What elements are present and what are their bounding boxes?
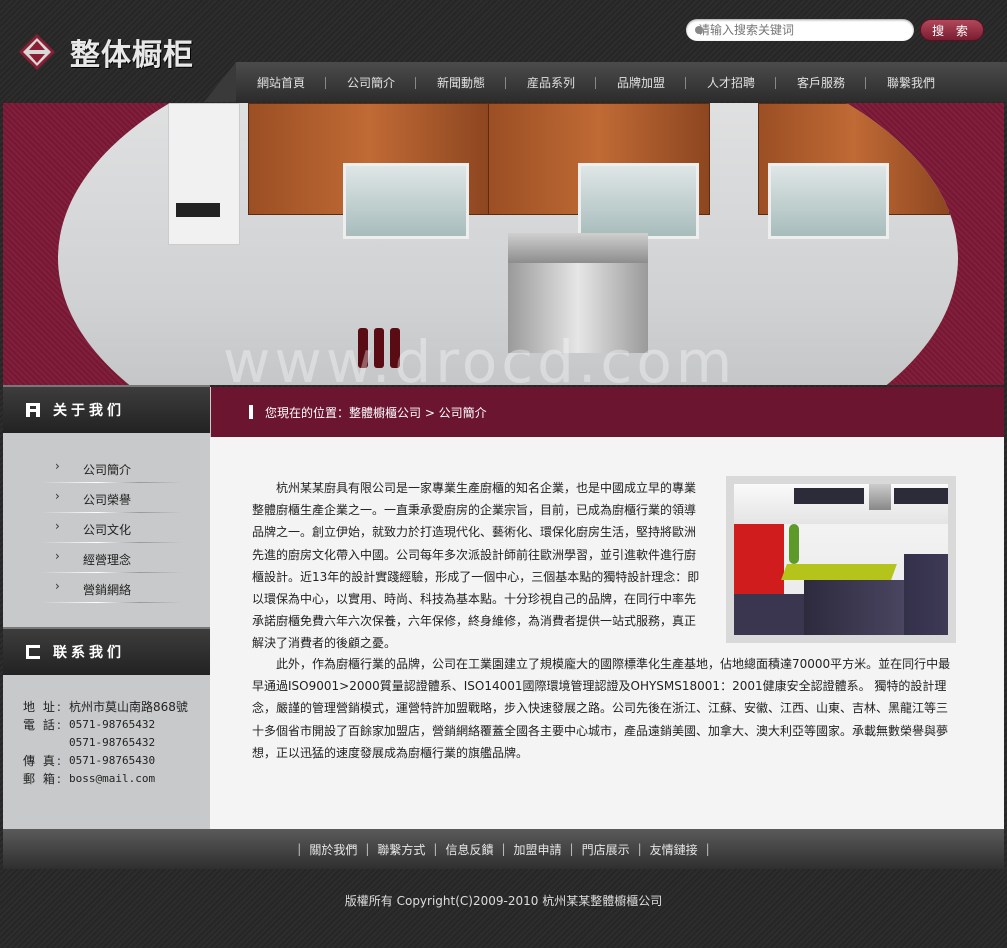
about-title: 关于我们 — [53, 403, 125, 419]
nav-label: 客戶服務 — [796, 75, 845, 90]
footer-link-feedback[interactable]: 信息反饋 — [437, 841, 501, 858]
logo-arrows-icon — [18, 33, 56, 71]
about-header: 关于我们 — [3, 385, 210, 433]
chevron-right-icon: › — [55, 459, 60, 473]
nav-service[interactable]: 客戶服務 — [776, 74, 866, 91]
footer-link-about[interactable]: 關於我們 — [301, 841, 365, 858]
contact-row-address: 地 址: 杭州市莫山南路868號 — [23, 698, 188, 716]
banner: www.drocd.com — [3, 103, 1004, 385]
footer-link-friends[interactable]: 友情鏈接 — [642, 841, 706, 858]
menu-item-philosophy[interactable]: › 經營理念 — [3, 543, 210, 573]
footer-link-franchise[interactable]: 加盟申請 — [506, 841, 570, 858]
main-nav: 網站首頁 公司簡介 新聞動態 産品系列 品牌加盟 人才招聘 客戶服務 聯繫我們 — [204, 62, 1007, 102]
menu-label: 營銷網絡 — [83, 583, 132, 597]
contact-row-email: 郵 箱: boss@mail.com — [23, 770, 188, 788]
menu-label: 公司榮譽 — [83, 493, 132, 507]
contact-value[interactable]: boss@mail.com — [69, 770, 155, 788]
nav-home[interactable]: 網站首頁 — [236, 74, 326, 91]
menu-label: 公司文化 — [83, 523, 132, 537]
about-menu: › 公司簡介 › 公司榮譽 › 公司文化 › 經營理念 › 營銷網絡 — [3, 453, 210, 603]
nav-label: 人才招聘 — [706, 75, 755, 90]
footer-nav: | 關於我們 | 聯繫方式 | 信息反饋 | 加盟申請 | 門店展示 | 友情鏈接 | — [3, 829, 1004, 869]
breadcrumb-text: 您現在的位置：整體櫥櫃公司 > 公司簡介 — [265, 405, 487, 420]
contact-row-fax: 傳 真: 0571-98765430 — [23, 752, 188, 770]
contact-key: 傳 真: — [23, 754, 63, 768]
breadcrumb-marker — [249, 405, 253, 419]
menu-item-intro[interactable]: › 公司簡介 — [3, 453, 210, 483]
banner-watermark: www.drocd.com — [223, 328, 737, 385]
nav-label: 新聞動態 — [436, 75, 485, 90]
contact-key: 地 址: — [23, 700, 63, 714]
main-content: 杭州某某廚具有限公司是一家專業生產廚櫃的知名企業，也是中國成立早的專業整體廚櫃生… — [210, 437, 1004, 829]
logo[interactable]: 整体橱柜 — [18, 30, 194, 74]
search-icon — [695, 26, 703, 34]
contact-value: 杭州市莫山南路868號 — [69, 700, 188, 714]
nav-contact[interactable]: 聯繫我們 — [866, 74, 956, 91]
logo-text: 整体橱柜 — [70, 38, 194, 73]
nav-label: 産品系列 — [526, 75, 575, 90]
search-button[interactable]: 搜 索 — [920, 19, 984, 41]
copyright: 版權所有 Copyright(C)2009-2010 杭州某某整體櫥櫃公司 — [344, 894, 663, 908]
contact-key — [23, 734, 69, 752]
contact-icon — [25, 644, 41, 660]
contact-header: 联系我们 — [3, 627, 210, 675]
nav-franchise[interactable]: 品牌加盟 — [596, 74, 686, 91]
nav-label: 網站首頁 — [256, 75, 305, 90]
intro-paragraph-1: 杭州某某廚具有限公司是一家專業生產廚櫃的知名企業，也是中國成立早的專業整體廚櫃生… — [252, 481, 700, 651]
contact-row-phone: 電 話: 0571-98765432 — [23, 716, 188, 734]
nav-news[interactable]: 新聞動態 — [416, 74, 506, 91]
product-photo-frame — [726, 476, 956, 643]
sidebar: 关于我们 › 公司簡介 › 公司榮譽 › 公司文化 › 經營理念 › 營銷網絡 联系我们 … — [3, 385, 210, 829]
contact-value: 0571-98765432 — [69, 736, 156, 749]
search-box — [686, 19, 914, 41]
breadcrumb: 您現在的位置：整體櫥櫃公司 > 公司簡介 — [210, 387, 1004, 437]
menu-label: 公司簡介 — [83, 463, 132, 477]
contact-title: 联系我们 — [53, 645, 125, 661]
header: 整体橱柜 搜 索 網站首頁 公司簡介 新聞動態 産品系列 品牌加盟 人才招聘 客… — [0, 0, 1007, 103]
menu-item-honors[interactable]: › 公司榮譽 — [3, 483, 210, 513]
nav-label: 聯繫我們 — [886, 75, 935, 90]
intro-paragraph-2: 此外，作為廚櫃行業的品牌，公司在工業園建立了規模龐大的國際標準化生產基地，佔地總… — [252, 657, 951, 760]
chevron-right-icon: › — [55, 579, 60, 593]
contact-value: 0571-98765432 — [69, 718, 156, 731]
chevron-right-icon: › — [55, 489, 60, 503]
chevron-right-icon: › — [55, 519, 60, 533]
menu-item-network[interactable]: › 營銷網絡 — [3, 573, 210, 603]
menu-label: 經營理念 — [83, 553, 132, 567]
footer-link-stores[interactable]: 門店展示 — [574, 841, 638, 858]
about-icon — [25, 402, 41, 418]
menu-item-culture[interactable]: › 公司文化 — [3, 513, 210, 543]
contact-value: 0571-98765430 — [69, 754, 156, 767]
contact-row-phone2: 0571-98765432 — [23, 734, 188, 752]
contact-key: 郵 箱: — [23, 772, 63, 786]
nav-products[interactable]: 産品系列 — [506, 74, 596, 91]
nav-label: 公司簡介 — [346, 75, 395, 90]
contact-key: 電 話: — [23, 718, 63, 732]
nav-jobs[interactable]: 人才招聘 — [686, 74, 776, 91]
footer-link-contact[interactable]: 聯繫方式 — [369, 841, 433, 858]
chevron-right-icon: › — [55, 549, 60, 563]
contact-info: 地 址: 杭州市莫山南路868號 電 話: 0571-98765432 0571-9… — [23, 698, 188, 788]
nav-about[interactable]: 公司簡介 — [326, 74, 416, 91]
search-input[interactable] — [686, 19, 898, 41]
product-photo — [734, 484, 948, 635]
nav-label: 品牌加盟 — [616, 75, 665, 90]
